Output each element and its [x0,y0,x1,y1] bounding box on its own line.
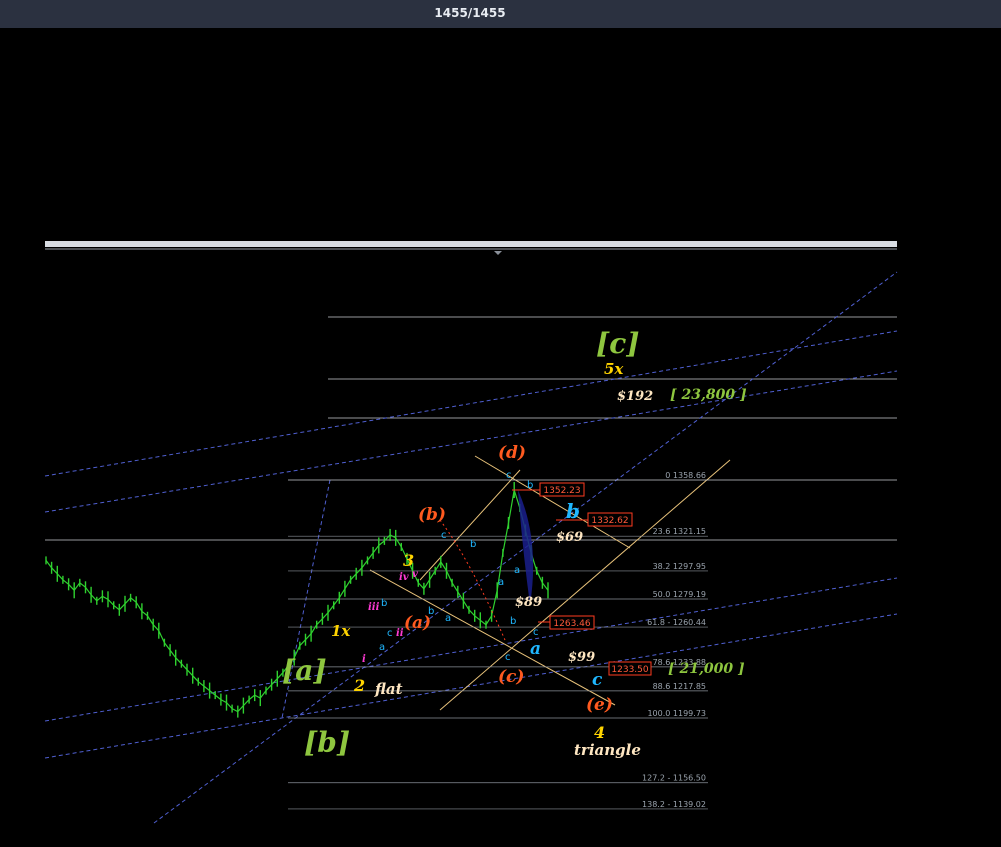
fib-level-label: 50.0 1279.19 [653,590,706,599]
wave-label-cycle-a: [a] [282,654,327,687]
price-box: 1233.50 [608,661,652,676]
fib-level-label: 100.0 1199.73 [647,709,706,718]
wave-label-minor-c: c [592,670,603,690]
wave-label-minute-iii: iii [368,602,380,613]
wave-label-primary-3: 3 [403,551,414,570]
annotation-target-99: $99 [568,650,595,665]
annotation-target-192: $192 [617,389,653,404]
fib-level-label: 138.2 - 1139.02 [642,800,706,809]
wave-label-primary-5x: 5x [604,360,624,378]
wave-label-small-b: b [381,598,387,609]
wave-label-primary-4: 4 [594,723,605,742]
wave-label-small-b: b [470,539,476,550]
wave-label-small-c: c [505,652,511,663]
annotation-flat: flat [374,680,403,698]
annotation-target-23800: [ 23,800 ] [670,387,747,403]
wave-label-small-c: c [506,470,512,481]
wave-label-cycle-b: [b] [304,726,350,759]
annotation-target-21000: [ 21,000 ] [668,661,745,677]
wave-label-minor-a: a [530,639,541,659]
annotation-target-89: $89 [515,595,542,610]
price-box-label: 1352.23 [543,486,580,496]
fib-level-label: 38.2 1297.95 [653,562,706,571]
wave-label-small-a: a [498,577,504,588]
wave-label-small-c: c [387,628,393,639]
wave-label-small-a: a [445,613,451,624]
wave-label-intermediate-c: (c) [498,667,524,687]
wave-label-intermediate-d: (d) [498,443,526,463]
wave-label-intermediate-e: (e) [586,695,613,715]
wave-label-small-c: c [533,627,539,638]
fib-level-label: 88.6 1217.85 [653,682,706,691]
wave-label-minute-iv: iv [399,572,409,583]
annotation-triangle: triangle [574,741,641,759]
wave-label-small-b: b [428,606,434,617]
wave-label-small-a: a [379,642,385,653]
fib-level-label: 23.6 1321.15 [653,527,706,536]
wave-label-primary-2: 2 [353,676,365,695]
wave-label-small-b: b [510,616,516,627]
wave-label-cycle-c: [c] [596,327,640,360]
wave-label-small-a: a [514,565,520,576]
swing-shape [518,490,534,605]
scroll-marker-icon[interactable] [494,251,502,255]
wave-label-small-c: c [441,530,447,541]
wave-label-minor-b: b [566,499,580,523]
wave-label-minute-i: i [362,654,366,665]
price-box-label: 1263.46 [553,619,590,629]
chart-top-separator [45,241,897,247]
fib-level-label: 0 1358.66 [665,471,706,480]
wave-label-small-b: b [527,480,533,491]
price-box-label: 1332.62 [591,516,628,526]
price-box-label: 1233.50 [611,665,648,675]
wave-label-minute-ii: ii [396,628,404,639]
fib-level-label: 61.8 - 1260.44 [647,618,706,627]
fib-level-label: 127.2 - 1156.50 [642,774,706,783]
elliott-wave-chart[interactable]: 0 1358.66 23.6 1321.15 38.2 1297.95 50.0 12… [0,0,1001,847]
wave-label-primary-1x: 1x [331,622,351,640]
wave-label-intermediate-b: (b) [418,505,446,525]
annotation-target-69: $69 [556,530,583,545]
wave-label-minute-v: v [412,569,418,580]
